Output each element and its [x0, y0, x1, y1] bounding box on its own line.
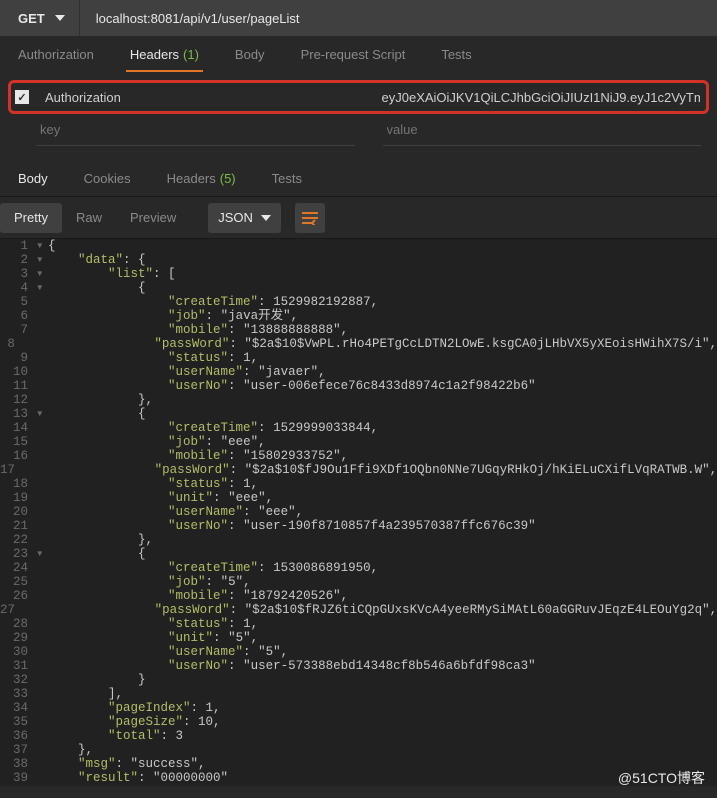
- code-line: 21 "userNo": "user-190f8710857f4a2395703…: [0, 519, 717, 533]
- view-raw[interactable]: Raw: [62, 203, 116, 233]
- tab-body[interactable]: Body: [217, 36, 283, 72]
- code-line: 9 "status": 1,: [0, 351, 717, 365]
- code-line: 3▾ "list": [: [0, 267, 717, 281]
- watermark: @51CTO博客: [618, 768, 705, 788]
- code-line: 24 "createTime": 1530086891950,: [0, 561, 717, 575]
- code-line: 1▾{: [0, 239, 717, 253]
- format-label: JSON: [218, 210, 253, 225]
- code-line: 8 "passWord": "$2a$10$VwPL.rHo4PETgCcLDT…: [0, 337, 717, 351]
- tab-tests[interactable]: Tests: [423, 36, 489, 72]
- res-tab-body[interactable]: Body: [0, 160, 66, 196]
- code-line: 31 "userNo": "user-573388ebd14348cf8b546…: [0, 659, 717, 673]
- code-line: 32 }: [0, 673, 717, 687]
- view-mode-segment: Pretty Raw Preview: [0, 203, 190, 233]
- wrap-icon: [302, 211, 318, 225]
- header-key-placeholder[interactable]: [36, 114, 355, 145]
- code-line: 22 },: [0, 533, 717, 547]
- code-line: 5 "createTime": 1529982192887,: [0, 295, 717, 309]
- res-tab-cookies[interactable]: Cookies: [66, 160, 149, 196]
- code-line: 38 "msg": "success",: [0, 757, 717, 771]
- code-line: 12 },: [0, 393, 717, 407]
- code-line: 35 "pageSize": 10,: [0, 715, 717, 729]
- chevron-down-icon: [55, 15, 65, 21]
- request-tabs: Authorization Headers (1) Body Pre-reque…: [0, 36, 717, 72]
- res-tab-headers[interactable]: Headers (5): [149, 160, 254, 196]
- code-line: 2▾ "data": {: [0, 253, 717, 267]
- code-line: 25 "job": "5",: [0, 575, 717, 589]
- response-tabs: Body Cookies Headers (5) Tests: [0, 160, 717, 196]
- code-line: 6 "job": "java开发",: [0, 309, 717, 323]
- code-line: 17 "passWord": "$2a$10$fJ9Ou1Ffi9XDf1OQb…: [0, 463, 717, 477]
- response-body[interactable]: 1▾{2▾ "data": {3▾ "list": [4▾ {5 "create…: [0, 238, 717, 786]
- code-line: 16 "mobile": "15802933752",: [0, 449, 717, 463]
- view-bar: Pretty Raw Preview JSON: [0, 196, 717, 238]
- code-line: 34 "pageIndex": 1,: [0, 701, 717, 715]
- header-key-input[interactable]: [39, 84, 370, 111]
- request-bar: GET: [0, 0, 717, 36]
- code-line: 11 "userNo": "user-006efece76c8433d8974c…: [0, 379, 717, 393]
- code-line: 29 "unit": "5",: [0, 631, 717, 645]
- header-value-input[interactable]: [376, 84, 707, 111]
- headers-count: (1): [183, 47, 199, 62]
- code-line: 7 "mobile": "13888888888",: [0, 323, 717, 337]
- code-line: 14 "createTime": 1529999033844,: [0, 421, 717, 435]
- header-value-placeholder[interactable]: [383, 114, 702, 145]
- code-line: 26 "mobile": "18792420526",: [0, 589, 717, 603]
- tab-authorization[interactable]: Authorization: [0, 36, 112, 72]
- header-new-row: [8, 114, 709, 146]
- tab-prerequest[interactable]: Pre-request Script: [283, 36, 424, 72]
- code-line: 20 "userName": "eee",: [0, 505, 717, 519]
- code-line: 4▾ {: [0, 281, 717, 295]
- code-line: 33 ],: [0, 687, 717, 701]
- url-input[interactable]: [80, 0, 717, 36]
- code-line: 30 "userName": "5",: [0, 645, 717, 659]
- wrap-lines-button[interactable]: [295, 203, 325, 233]
- method-label: GET: [18, 11, 45, 26]
- view-preview[interactable]: Preview: [116, 203, 190, 233]
- view-pretty[interactable]: Pretty: [0, 203, 62, 233]
- res-headers-count: (5): [220, 171, 236, 186]
- code-line: 28 "status": 1,: [0, 617, 717, 631]
- code-line: 37 },: [0, 743, 717, 757]
- code-line: 39 "result": "00000000": [0, 771, 717, 785]
- code-line: 15 "job": "eee",: [0, 435, 717, 449]
- code-line: 36 "total": 3: [0, 729, 717, 743]
- header-row-checkbox[interactable]: ✓: [15, 90, 29, 104]
- code-line: 23▾ {: [0, 547, 717, 561]
- code-line: 19 "unit": "eee",: [0, 491, 717, 505]
- code-line: 18 "status": 1,: [0, 477, 717, 491]
- format-selector[interactable]: JSON: [208, 203, 281, 233]
- chevron-down-icon: [261, 215, 271, 221]
- code-line: 27 "passWord": "$2a$10$fRJZ6tiCQpGUxsKVc…: [0, 603, 717, 617]
- headers-table: ✓: [0, 72, 717, 150]
- tab-headers[interactable]: Headers (1): [112, 36, 217, 72]
- header-row-0: ✓: [8, 80, 709, 114]
- method-selector[interactable]: GET: [0, 0, 80, 36]
- code-line: 10 "userName": "javaer",: [0, 365, 717, 379]
- code-line: 13▾ {: [0, 407, 717, 421]
- res-tab-tests[interactable]: Tests: [254, 160, 320, 196]
